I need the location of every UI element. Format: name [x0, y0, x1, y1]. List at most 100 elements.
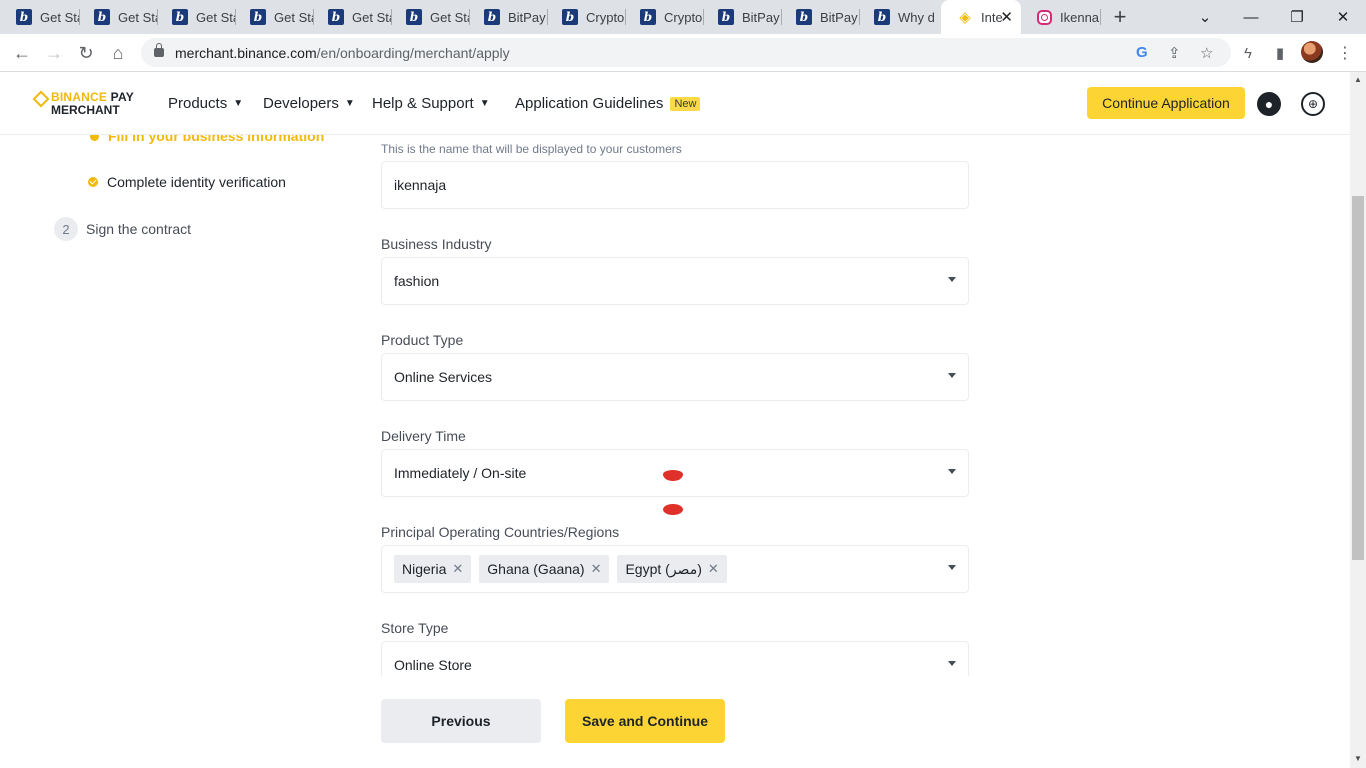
store-type-select[interactable]: Online Store — [381, 641, 969, 676]
instagram-icon — [1037, 9, 1052, 25]
reload-icon[interactable]: ↻ — [73, 40, 99, 66]
country-chip: Nigeria ✕ — [394, 555, 472, 583]
country-chip: Ghana (Gaana) ✕ — [479, 555, 610, 583]
product-type-select[interactable]: Online Services — [381, 353, 969, 401]
dropdown-arrow-icon — [948, 373, 956, 378]
user-account-icon[interactable]: ● — [1257, 92, 1281, 116]
countries-multiselect[interactable]: Nigeria ✕ Ghana (Gaana) ✕ Egypt (مصر) ✕ — [381, 545, 969, 593]
step-number-badge: 2 — [54, 217, 78, 241]
nav-application-guidelines[interactable]: Application Guidelines New — [515, 95, 701, 112]
check-circle-icon — [88, 177, 98, 187]
browser-toolbar: ← → ↻ ⌂ merchant.binance.com/en/onboardi… — [0, 34, 1366, 72]
url-host: merchant.binance.com — [175, 44, 317, 61]
bitpay-icon: b — [484, 9, 500, 25]
close-tab-icon[interactable]: ✕ — [1000, 8, 1013, 26]
back-icon[interactable]: ← — [9, 40, 35, 66]
product-type-label: Product Type — [381, 332, 464, 348]
save-and-continue-button[interactable]: Save and Continue — [565, 699, 725, 743]
bitpay-icon: b — [562, 9, 578, 25]
bitpay-icon: b — [172, 9, 188, 25]
tab-search-icon[interactable]: ⌄ — [1182, 0, 1228, 34]
scroll-up-icon[interactable]: ▲ — [1354, 75, 1362, 84]
binance-logo-icon — [32, 90, 50, 108]
bitpay-icon: b — [250, 9, 266, 25]
side-panel-icon[interactable]: ▮ — [1267, 40, 1293, 66]
browser-tab-strip: b Get Sta b Get Sta b Get Sta b Get Sta b Get… — [0, 0, 1366, 34]
browser-tab[interactable]: b Get Sta — [0, 0, 80, 34]
restore-icon[interactable]: ❐ — [1274, 0, 1320, 34]
caret-down-icon: ▼ — [233, 98, 244, 109]
countries-label: Principal Operating Countries/Regions — [381, 524, 620, 540]
globe-icon[interactable]: ⊕ — [1301, 92, 1325, 116]
previous-button[interactable]: Previous — [381, 699, 541, 743]
dropdown-arrow-icon — [948, 661, 956, 666]
bitpay-icon: b — [328, 9, 344, 25]
nav-help-support[interactable]: Help & Support ▼ — [372, 95, 490, 112]
lock-icon — [154, 43, 164, 57]
remove-chip-icon[interactable]: ✕ — [591, 561, 602, 577]
browser-tab[interactable]: b Crypto — [624, 0, 704, 34]
profile-avatar[interactable] — [1301, 41, 1323, 63]
browser-tab[interactable]: b BitPay — [780, 0, 860, 34]
close-window-icon[interactable]: ✕ — [1320, 0, 1366, 34]
bitpay-icon: b — [640, 9, 656, 25]
remove-chip-icon[interactable]: ✕ — [708, 561, 719, 577]
address-bar[interactable]: merchant.binance.com/en/onboarding/merch… — [141, 38, 1231, 67]
delivery-time-label: Delivery Time — [381, 428, 466, 444]
business-name-hint: This is the name that will be displayed … — [381, 142, 682, 156]
country-chip: Egypt (مصر) ✕ — [617, 555, 727, 583]
caret-down-icon: ▼ — [344, 98, 355, 109]
bitpay-icon: b — [94, 9, 110, 25]
scroll-down-icon[interactable]: ▼ — [1354, 754, 1362, 763]
browser-tab[interactable]: Ikenna — [1021, 0, 1101, 34]
page-scrollbar[interactable]: ▲ ▼ — [1350, 72, 1366, 768]
logo-brand: BINANCE — [51, 90, 108, 104]
step-fill-business-info[interactable]: Fill in your business information — [90, 135, 324, 144]
new-badge: New — [670, 96, 701, 111]
dropdown-arrow-icon — [948, 277, 956, 282]
nav-products[interactable]: Products ▼ — [168, 95, 243, 112]
step-identity-verification[interactable]: Complete identity verification — [88, 174, 286, 190]
logo-sub: MERCHANT — [51, 103, 120, 117]
new-tab-icon[interactable]: + — [1110, 5, 1130, 29]
remove-chip-icon[interactable]: ✕ — [452, 561, 463, 577]
browser-tab[interactable]: b BitPay — [702, 0, 782, 34]
url-path: /en/onboarding/merchant/apply — [316, 44, 510, 61]
continue-application-button[interactable]: Continue Application — [1087, 87, 1245, 119]
dropdown-arrow-icon — [948, 565, 956, 570]
bitpay-icon: b — [874, 9, 890, 25]
current-step-dot-icon — [90, 135, 99, 141]
share-icon[interactable]: ⇪ — [1168, 44, 1181, 62]
nav-developers[interactable]: Developers ▼ — [263, 95, 355, 112]
bookmark-star-icon[interactable]: ☆ — [1200, 44, 1213, 62]
business-name-input[interactable]: ikennaja — [381, 161, 969, 209]
bitpay-icon: b — [406, 9, 422, 25]
browser-tab[interactable]: b Get Sta — [78, 0, 158, 34]
logo-pay: PAY — [110, 90, 134, 104]
site-header: BINANCE PAY MERCHANT Products ▼ Developer… — [0, 72, 1350, 135]
browser-tab[interactable]: b Get Sta — [156, 0, 236, 34]
dropdown-arrow-icon — [948, 469, 956, 474]
menu-kebab-icon[interactable]: ⋮ — [1332, 40, 1358, 66]
caret-down-icon: ▼ — [479, 98, 490, 109]
browser-tab[interactable]: b Get Sta — [390, 0, 470, 34]
home-icon[interactable]: ⌂ — [105, 40, 131, 66]
browser-tab[interactable]: b Why d — [858, 0, 938, 34]
minimize-icon[interactable]: — — [1228, 0, 1274, 34]
extension-icon[interactable]: ϟ — [1235, 40, 1261, 66]
google-lens-icon[interactable]: G — [1136, 44, 1148, 61]
binance-icon: ◈ — [959, 8, 971, 26]
browser-tab[interactable]: b Crypto — [546, 0, 626, 34]
bitpay-icon: b — [16, 9, 32, 25]
browser-tab-active[interactable]: ◈ Inte ✕ — [941, 0, 1021, 34]
business-industry-select[interactable]: fashion — [381, 257, 969, 305]
step-sign-contract[interactable]: Sign the contract — [86, 221, 191, 237]
store-type-label: Store Type — [381, 620, 449, 636]
browser-tab[interactable]: b Get Sta — [234, 0, 314, 34]
scrollbar-thumb[interactable] — [1352, 196, 1364, 560]
forward-icon[interactable]: → — [41, 40, 67, 66]
browser-tab[interactable]: b Get Sta — [312, 0, 392, 34]
browser-tab[interactable]: b BitPay — [468, 0, 548, 34]
bitpay-icon: b — [796, 9, 812, 25]
overlay-marker — [663, 504, 683, 515]
